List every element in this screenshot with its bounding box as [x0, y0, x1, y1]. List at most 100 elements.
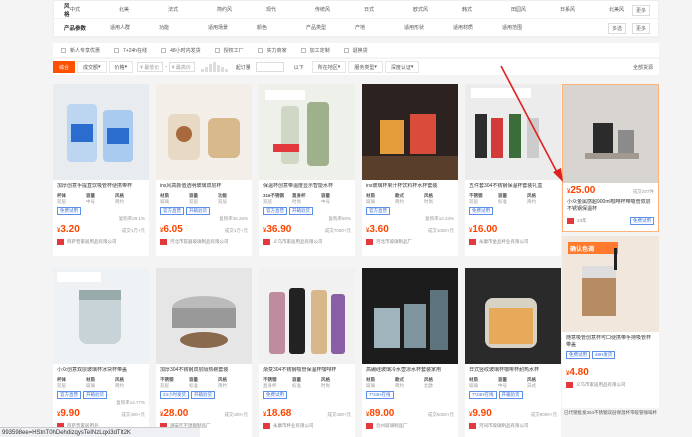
filter-checkbox[interactable]: 加工定制 [300, 47, 330, 54]
product-card[interactable]: 渐变304不锈钢吸管保温杯咖啡杯 不锈钢 直身杯 容量 标准 风格 时尚 免费试用 ¥18.68… [259, 268, 355, 437]
service-filter[interactable]: 服务类型 ▾ [348, 61, 383, 73]
price-max-input[interactable]: ¥ 最高价 [168, 62, 195, 72]
product-image[interactable] [53, 84, 149, 180]
sort-sales-button[interactable]: 成交额 ▾ [77, 61, 107, 73]
attr-value[interactable]: 产品类型 [306, 24, 355, 31]
product-image[interactable] [465, 268, 561, 364]
attr-value[interactable]: 适用材质 [453, 24, 502, 31]
attr-value[interactable]: 日系风 [560, 6, 609, 13]
product-card[interactable]: ins风高颜值透明玻璃双层杯 材质 玻璃 容量 双层 功能 双层 官方直营 开箱验货 复购率36.… [156, 84, 252, 256]
filter-checkbox[interactable]: 授权工厂 [214, 47, 244, 54]
product-shop[interactable]: 永康市杯业有限公司 [259, 423, 355, 429]
product-card-side[interactable]: 确认色调 随意吸管创意杯可口便携带手持吸管杯带盖 免费试用 48H发货 ¥4.80… [562, 236, 659, 408]
shop-icon [366, 239, 373, 245]
product-title[interactable]: 加厚304不锈钢双层隔热碗套装 [156, 367, 252, 375]
product-card-selected[interactable]: ¥25.00 成交207件 小众金属感超900ml咖啡杯带吸管双层不锈钢保温杯 2… [562, 84, 659, 232]
attr-value[interactable]: 欧式风 [413, 6, 462, 13]
price-min-input[interactable]: ¥ 最低价 [137, 62, 164, 72]
count-label: 起订量 [235, 64, 251, 71]
product-shop[interactable]: 河间市玻璃制品有限公司 [465, 423, 561, 429]
filter-checkbox[interactable]: 实力商家 [257, 47, 287, 54]
product-tag: 免费试用 [469, 207, 493, 215]
product-sold: 成交207件 [632, 189, 654, 194]
product-image[interactable] [362, 268, 458, 364]
product-title[interactable]: ins玻璃杯果汁杯饮料杯水杯套装 [362, 183, 458, 191]
product-shop[interactable]: 河北市容器玻璃制品有限公司 [156, 239, 252, 245]
product-image[interactable] [156, 84, 252, 180]
attr-value[interactable]: 中式 [70, 6, 119, 13]
product-image[interactable]: 确认色调 [562, 236, 659, 332]
attr-value[interactable]: 法式 [168, 6, 217, 13]
product-image[interactable] [259, 84, 355, 180]
attr-value[interactable]: 适用人群 [110, 24, 159, 31]
all-sources-label[interactable]: 全部货源 [633, 64, 653, 71]
product-card[interactable]: 加厚304不锈钢双层隔热碗套装 不锈钢 双层 容量 标准 风格 简约 24小时发货 开箱验货 ¥2… [156, 268, 252, 437]
checkbox-icon[interactable] [114, 47, 120, 53]
location-filter[interactable]: 所在地区 ▾ [311, 61, 347, 73]
product-title[interactable]: 高硼硅玻璃冷水壶凉水杯套装家用 [362, 367, 458, 375]
product-image[interactable] [156, 268, 252, 364]
attr-value[interactable]: 韩式 [462, 6, 511, 13]
filter-checkbox[interactable]: 退换货 [343, 47, 368, 54]
attr-value[interactable]: 适用场景 [208, 24, 257, 31]
product-image[interactable] [362, 84, 458, 180]
more-button[interactable]: 更多 [631, 5, 650, 16]
product-price: ¥25.00 [567, 185, 596, 196]
checkbox-icon[interactable] [300, 47, 306, 53]
attr-value[interactable]: 简约风 [217, 6, 266, 13]
attr-value[interactable]: 适用范围 [502, 24, 551, 31]
product-title[interactable]: 渐变304不锈钢吸管保温杯咖啡杯 [259, 367, 355, 375]
checkbox-icon[interactable] [61, 47, 66, 53]
product-card[interactable]: 高硼硅玻璃冷水壶凉水杯套装家用 材质 玻璃 款式 简约 风格 北欧 7*24H在线 ¥89.00… [362, 268, 458, 437]
product-card[interactable]: 小众创意双层玻璃杯冰块杯带盖 杯体 双层 材质 玻璃 风格 简约 官方直营 开箱验货 复购率14.… [53, 268, 149, 437]
attr-value[interactable]: 现代 [266, 6, 315, 13]
filter-checkbox[interactable]: 7+24h在线 [114, 47, 147, 54]
filter-label: 退换货 [352, 47, 368, 54]
product-title[interactable]: 随意吸管创意杯可口便携带手持吸管杯带盖 [562, 335, 659, 349]
checkbox-icon[interactable] [257, 47, 263, 53]
multi-select-button[interactable]: 多选 [607, 23, 626, 34]
attr-value[interactable]: 颜色 [257, 24, 306, 31]
product-tag: 7*24H在线 [469, 391, 497, 399]
sort-price-button[interactable]: 价格 ▾ [108, 61, 134, 73]
product-card[interactable]: 加厚创意手提直饮吸管杯便携带杯 杯体 双层 容量 中号 风格 简约 免费试用 复购率29.1% ¥… [53, 84, 149, 256]
product-shop[interactable]: 永康市金品杯业有限公司 [465, 239, 561, 245]
attr-value[interactable]: 北美 [119, 6, 168, 13]
product-shop[interactable]: 义乌市家居用品有限公司 [259, 239, 355, 245]
product-title[interactable]: 小众创意双层玻璃杯冰块杯带盖 [53, 367, 149, 375]
checkbox-icon[interactable] [161, 47, 167, 53]
checkbox-icon[interactable] [343, 47, 349, 53]
product-image[interactable] [53, 268, 149, 364]
product-shop[interactable]: 沧州玻璃制品厂 [362, 423, 458, 429]
attr-value[interactable]: 日式 [364, 6, 413, 13]
product-image[interactable] [259, 268, 355, 364]
product-title[interactable]: 加厚创意手提直饮吸管杯便携带杯 [53, 183, 149, 191]
product-title[interactable]: 小众金属感超900ml咖啡杯带吸管双层不锈钢保温杯 [563, 199, 658, 213]
count-input[interactable] [255, 62, 284, 72]
product-title[interactable]: 日式竖纹玻璃杯咖啡杯耐热水杯 [465, 367, 561, 375]
attr-value[interactable]: 传统风 [315, 6, 364, 13]
filter-checkbox[interactable]: 48小时内发货 [161, 47, 201, 54]
attr-value[interactable]: 功能 [159, 24, 208, 31]
product-card[interactable]: ins玻璃杯果汁杯饮料杯水杯套装 材质 玻璃 款式 简约 风格 时尚 官方直营 复购率12.23… [362, 84, 458, 256]
attr-value[interactable]: 产地 [355, 24, 404, 31]
sort-comprehensive-button[interactable]: 综合 [53, 61, 76, 73]
more-button[interactable]: 更多 [631, 23, 650, 34]
product-title[interactable]: 保温杯创意带温度显示智能水杯 [259, 183, 355, 191]
product-shop[interactable]: 河北市玻璃制品厂 [362, 239, 458, 245]
product-card[interactable]: 保温杯创意带温度显示智能水杯 316不锈钢 双层 直身杯 时尚 容量 中号 官方直营 开箱验货复… [259, 84, 355, 256]
repurchase-rate [259, 400, 355, 406]
repurchase-rate [465, 400, 561, 406]
attr-value[interactable]: 适用形状 [404, 24, 453, 31]
product-image[interactable] [563, 85, 658, 183]
product-card[interactable]: 日式竖纹玻璃杯咖啡杯耐热水杯 材质 玻璃 容量 中号 风格 日式 7*24H在线 开箱验货 ¥9.… [465, 268, 561, 437]
product-title[interactable]: 五件套304不锈钢保温杯套装礼盒 [465, 183, 561, 191]
trust-filter[interactable]: 深度认证 ▾ [384, 61, 420, 73]
repurchase-rate: 复购率36.26% [219, 216, 248, 221]
product-title[interactable]: ins风高颜值透明玻璃双层杯 [156, 183, 252, 191]
product-shop[interactable]: 阿萨普家居用品有限公司 [53, 239, 149, 245]
filter-checkbox[interactable]: 新人专享优惠 [61, 47, 100, 54]
checkbox-icon[interactable] [214, 47, 220, 53]
next-item-caption[interactable]: 已代销批发304不锈钢双层保温杯带吸管咖啡杯 [564, 410, 657, 416]
attr-value[interactable]: 田园风 [511, 6, 560, 13]
